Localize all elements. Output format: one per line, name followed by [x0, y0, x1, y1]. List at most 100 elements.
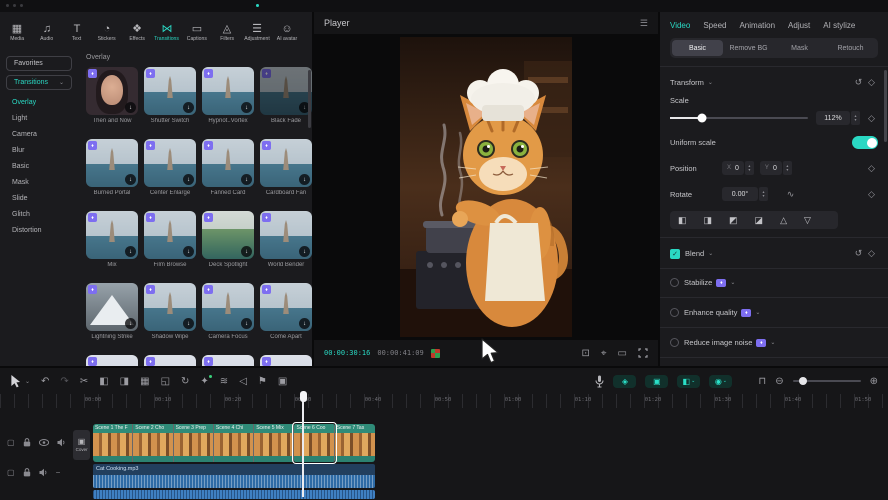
- toolbar-adjustment[interactable]: ☰ Adjustment: [242, 23, 272, 42]
- download-icon[interactable]: ↓: [183, 246, 194, 257]
- select-tool-icon[interactable]: [10, 374, 21, 388]
- marker-icon[interactable]: ⚑: [258, 376, 267, 387]
- rotate-dial-icon[interactable]: ∿: [784, 188, 797, 201]
- eye-icon[interactable]: [39, 439, 49, 446]
- download-icon[interactable]: ↓: [183, 102, 194, 113]
- download-icon[interactable]: ↓: [125, 174, 136, 185]
- transition-thumb[interactable]: ♦ ↓: [202, 283, 254, 331]
- sidebar-item-basic[interactable]: Basic: [0, 158, 78, 174]
- transition-thumb[interactable]: ♦ ↓: [260, 283, 312, 331]
- chevron-down-icon[interactable]: ⌄: [708, 79, 713, 86]
- tab-speed[interactable]: Speed: [703, 21, 726, 30]
- fullscreen-icon[interactable]: [638, 348, 648, 358]
- lock-icon[interactable]: [23, 438, 31, 447]
- keyframe-diamond-icon[interactable]: ◇: [865, 112, 878, 125]
- download-icon[interactable]: ↓: [183, 174, 194, 185]
- display-quality-icon[interactable]: ⊡: [582, 348, 590, 359]
- subtab-retouch[interactable]: Retouch: [825, 40, 876, 56]
- reset-icon[interactable]: ↺: [852, 76, 865, 89]
- reset-icon[interactable]: ↺: [852, 247, 865, 260]
- position-y-stepper[interactable]: ▴ ▾: [783, 161, 792, 175]
- speaker-icon[interactable]: [39, 468, 48, 477]
- keyframe-diamond-icon[interactable]: ◇: [865, 188, 878, 201]
- uniform-scale-toggle[interactable]: [852, 136, 878, 149]
- toolbar-audio[interactable]: ♫ Audio: [32, 23, 62, 42]
- position-x-field[interactable]: X 0: [722, 161, 744, 175]
- download-icon[interactable]: ↓: [299, 174, 310, 185]
- lock-icon[interactable]: [23, 468, 31, 477]
- flip-vertical-icon[interactable]: ◨: [704, 215, 713, 226]
- toolbar-filters[interactable]: ◬ Filters: [212, 23, 242, 42]
- flip-horizontal-icon[interactable]: ◧: [678, 215, 687, 226]
- library-scrollbar[interactable]: [308, 70, 311, 128]
- sidebar-item-distortion[interactable]: Distortion: [0, 222, 78, 238]
- video-clip[interactable]: Scene 7 Tas: [335, 424, 375, 462]
- toolbar-captions[interactable]: ▭ Captions: [182, 23, 212, 42]
- transition-thumb[interactable]: ♦ ↓: [260, 67, 312, 115]
- transition-thumb[interactable]: ♦ ↓: [144, 283, 196, 331]
- transition-thumb[interactable]: ♦ ↓: [202, 67, 254, 115]
- transition-thumb[interactable]: ♦ ↓: [202, 139, 254, 187]
- mirror-antidiagonal-icon[interactable]: ◪: [755, 215, 764, 226]
- trim-left-icon[interactable]: ◧: [99, 376, 108, 387]
- sidebar-item-mask[interactable]: Mask: [0, 174, 78, 190]
- transition-thumb[interactable]: ♦ ↓: [260, 139, 312, 187]
- mirror-diagonal-icon[interactable]: ◩: [729, 215, 738, 226]
- collapse-track-icon[interactable]: −: [56, 468, 61, 477]
- keyframe-diamond-icon[interactable]: ◇: [865, 247, 878, 260]
- download-icon[interactable]: ↓: [125, 102, 136, 113]
- stabilize-checkbox[interactable]: [670, 278, 679, 287]
- toolbar-text[interactable]: T Text: [62, 23, 92, 42]
- transition-thumb[interactable]: ♦ ↓: [86, 211, 138, 259]
- download-icon[interactable]: ↓: [183, 318, 194, 329]
- video-clip[interactable]: Scene 2 Cho: [133, 424, 173, 462]
- download-icon[interactable]: ↓: [125, 318, 136, 329]
- zoom-out-icon[interactable]: ⊖: [775, 376, 783, 387]
- timeline-zoom-slider[interactable]: [793, 380, 861, 382]
- auto-ripple-button[interactable]: ◉ ⌄: [709, 375, 732, 388]
- download-icon[interactable]: ↓: [299, 246, 310, 257]
- toolbar-effects[interactable]: ❖ Effects: [122, 23, 152, 42]
- video-clip[interactable]: Scene 4 Chi: [214, 424, 254, 462]
- sidebar-item-blur[interactable]: Blur: [0, 142, 78, 158]
- inspector-scrollbar[interactable]: [884, 70, 887, 142]
- enhance-quality-checkbox[interactable]: [670, 308, 679, 317]
- cover-button[interactable]: ▣ Cover: [73, 430, 90, 460]
- player-menu-icon[interactable]: ☰: [640, 18, 648, 29]
- rotate-value-field[interactable]: 0.00°: [722, 187, 758, 201]
- toolbar-ai-avatar[interactable]: ☺ AI avatar: [272, 23, 302, 42]
- link-clips-button[interactable]: ◧ ⌄: [677, 375, 700, 388]
- slider-thumb[interactable]: [799, 377, 807, 385]
- record-icon[interactable]: ▣: [278, 376, 287, 387]
- download-icon[interactable]: ↓: [241, 318, 252, 329]
- toolbar-transitions[interactable]: ⋈ Transitions: [152, 23, 182, 42]
- download-icon[interactable]: ↓: [299, 318, 310, 329]
- reverse-icon[interactable]: ↻: [181, 376, 189, 387]
- chevron-down-icon[interactable]: ⌄: [708, 250, 713, 257]
- sidebar-item-glitch[interactable]: Glitch: [0, 206, 78, 222]
- aspect-ratio-icon[interactable]: ▭: [618, 348, 627, 359]
- keyframe-button[interactable]: ◈: [613, 375, 636, 388]
- chevron-down-icon[interactable]: ⌄: [730, 279, 735, 286]
- mute-track-icon[interactable]: ◁: [239, 376, 247, 387]
- keyframe-diamond-icon[interactable]: ◇: [865, 162, 878, 175]
- position-x-stepper[interactable]: ▴ ▾: [745, 161, 754, 175]
- tab-ai-stylize[interactable]: AI stylize: [823, 21, 855, 30]
- zoom-in-icon[interactable]: ⊕: [870, 376, 878, 387]
- download-icon[interactable]: ↓: [241, 246, 252, 257]
- sidebar-favorites[interactable]: Favorites: [6, 56, 72, 71]
- transition-thumb[interactable]: ♦ ↓: [144, 67, 196, 115]
- microphone-icon[interactable]: [595, 375, 604, 388]
- rotate-left-icon[interactable]: △: [780, 215, 787, 226]
- chevron-down-icon[interactable]: ⌄: [770, 339, 775, 346]
- sidebar-group-transitions[interactable]: Transitions ⌄: [6, 75, 72, 90]
- position-y-field[interactable]: Y 0: [760, 161, 782, 175]
- undo-icon[interactable]: ↶: [41, 376, 49, 387]
- transition-thumb[interactable]: ♦ ↓: [144, 139, 196, 187]
- timeline-ruler[interactable]: 00:00 00:10 00:20 00:30 00:40 00:50 01:0…: [0, 394, 888, 408]
- sidebar-item-light[interactable]: Light: [0, 110, 78, 126]
- transition-thumb[interactable]: ♦: [202, 355, 254, 366]
- sidebar-item-camera[interactable]: Camera: [0, 126, 78, 142]
- delete-icon[interactable]: ▦: [140, 376, 149, 387]
- reduce-noise-checkbox[interactable]: [670, 338, 679, 347]
